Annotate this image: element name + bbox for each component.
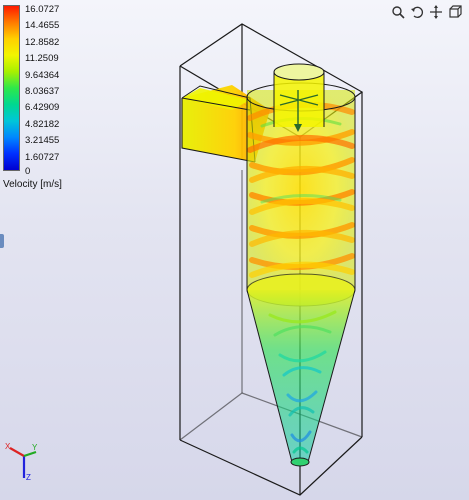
view-toolbar	[390, 4, 463, 20]
colorbar	[3, 5, 20, 171]
view-icon[interactable]	[447, 4, 463, 20]
axis-triad: Z X Y	[5, 442, 38, 482]
tick-label: 8.03637	[25, 86, 60, 97]
tick-label: 1.60727	[25, 151, 60, 163]
z-axis-label: Z	[26, 473, 31, 482]
panel-handle[interactable]	[0, 234, 4, 248]
legend-title: Velocity [m/s]	[3, 179, 62, 190]
tick-label: 4.82182	[25, 118, 60, 130]
tick-label: 3.21455	[25, 135, 60, 147]
x-axis-label: X	[5, 442, 11, 451]
tick-label: 9.64364	[25, 69, 60, 81]
tick-label: 0	[25, 166, 31, 177]
tick-label: 14.4655	[25, 20, 60, 32]
tick-label: 16.0727	[25, 4, 60, 15]
tick-label: 6.42909	[25, 102, 60, 114]
zoom-icon[interactable]	[390, 4, 406, 20]
rotate-icon[interactable]	[409, 4, 425, 20]
pan-icon[interactable]	[428, 4, 444, 20]
tick-label: 11.2509	[25, 53, 59, 65]
cyclone-cone	[246, 289, 356, 467]
tick-label: 12.8582	[25, 36, 60, 48]
y-axis-label: Y	[32, 443, 38, 452]
3d-viewport[interactable]: 16.0727 14.4655 12.8582 11.2509 9.64364 …	[0, 0, 469, 500]
cyclone-model	[179, 23, 364, 496]
outlet-pipe	[273, 63, 325, 132]
